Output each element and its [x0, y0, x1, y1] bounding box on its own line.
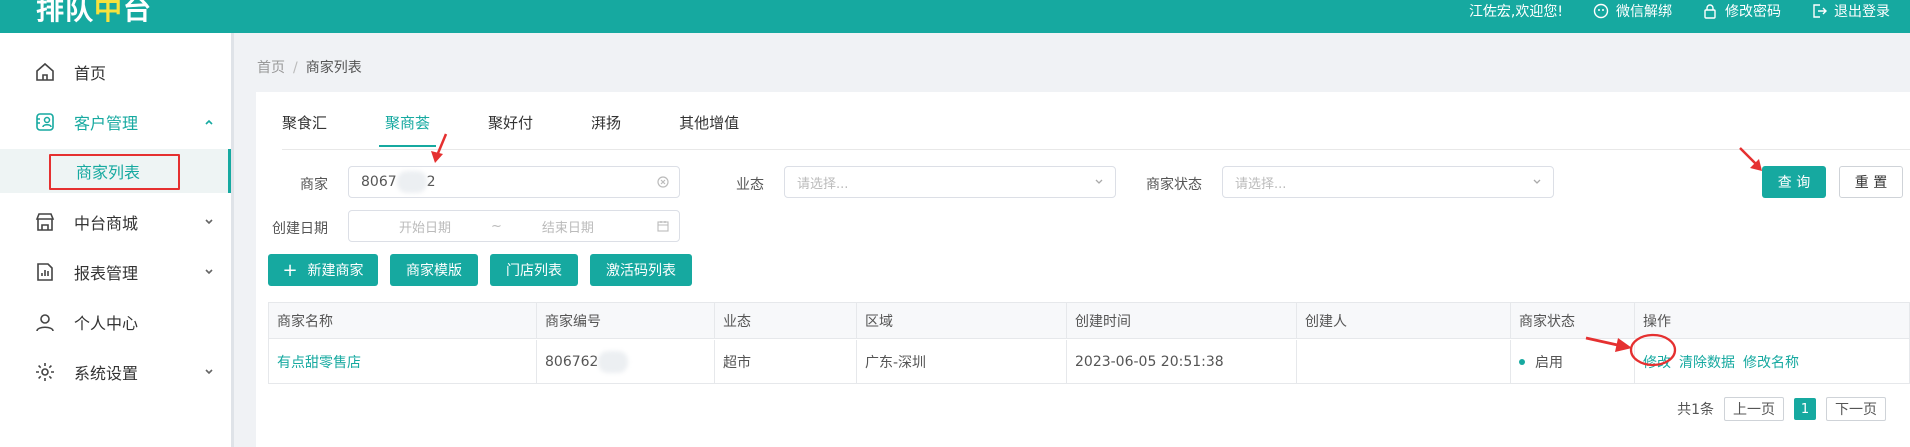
- change-password-link[interactable]: 修改密码: [1702, 1, 1781, 21]
- sidebar-item-customer-mgmt[interactable]: 客户管理: [0, 97, 231, 147]
- next-page-button[interactable]: 下一页: [1826, 397, 1886, 421]
- merchant-label: 商家: [300, 177, 328, 193]
- sidebar-item-reports[interactable]: 报表管理: [0, 247, 231, 297]
- sidebar: 首页 客户管理 商家列表 中台商城 报表管理 个人中心 系统设置: [0, 33, 234, 447]
- tab-divider: [282, 149, 1910, 150]
- column-header: 区域: [857, 303, 1067, 339]
- merchant-table: 商家名称 商家编号 业态 区域 创建时间 创建人 商家状态 操作 有点甜零售店 …: [268, 302, 1910, 384]
- edit-link[interactable]: 修改: [1643, 352, 1671, 372]
- chevron-down-icon: [205, 219, 213, 225]
- top-bar: 排队中台 江佐宏,欢迎您! 微信解绑 修改密码 退出登录: [0, 0, 1910, 33]
- chevron-down-icon: [205, 269, 213, 275]
- status-dot: [1519, 358, 1525, 365]
- main-panel: 聚食汇 聚商荟 聚好付 湃扬 其他增值 商家 8067 2 业态 请选择... 商…: [256, 92, 1910, 447]
- user-icon: [36, 314, 54, 332]
- welcome-text: 江佐宏,欢迎您!: [1468, 4, 1563, 20]
- sidebar-item-settings[interactable]: 系统设置: [0, 347, 231, 397]
- tab-juhaofu[interactable]: 聚好付: [488, 112, 533, 142]
- column-header: 操作: [1635, 303, 1909, 339]
- rename-link[interactable]: 修改名称: [1743, 352, 1799, 372]
- calendar-icon: [657, 221, 669, 232]
- sidebar-item-merchant-list[interactable]: 商家列表: [0, 149, 231, 193]
- new-merchant-button[interactable]: + 新建商家: [268, 254, 378, 286]
- sidebar-item-personal[interactable]: 个人中心: [0, 297, 231, 347]
- status-select[interactable]: 请选择...: [1222, 166, 1554, 198]
- sidebar-item-mall[interactable]: 中台商城: [0, 197, 231, 247]
- chevron-down-icon: [1533, 179, 1541, 184]
- home-icon: [36, 62, 54, 81]
- breadcrumb-root[interactable]: 首页: [257, 60, 285, 76]
- clear-data-link[interactable]: 清除数据: [1679, 352, 1735, 372]
- activation-code-list-button[interactable]: 激活码列表: [590, 254, 692, 286]
- wechat-icon: [1593, 3, 1609, 19]
- business-select[interactable]: 请选择...: [784, 166, 1116, 198]
- chevron-up-icon: [205, 119, 213, 125]
- store-icon: [35, 213, 55, 231]
- tab-jushanghui[interactable]: 聚商荟: [379, 112, 437, 147]
- gear-icon: [36, 363, 54, 381]
- merchant-name-link[interactable]: 有点甜零售店: [269, 340, 537, 383]
- store-list-button[interactable]: 门店列表: [490, 254, 578, 286]
- created-time-cell: 2023-06-05 20:51:38: [1067, 340, 1297, 383]
- clear-icon[interactable]: [657, 176, 669, 188]
- logout-link[interactable]: 退出登录: [1811, 1, 1890, 21]
- business-label: 业态: [736, 177, 764, 193]
- date-range-input[interactable]: 开始日期 ~ 结束日期: [348, 210, 680, 242]
- chevron-down-icon: [1095, 179, 1103, 184]
- column-header: 商家状态: [1511, 303, 1635, 339]
- sidebar-item-home[interactable]: 首页: [0, 47, 231, 97]
- wechat-unbind-link[interactable]: 微信解绑: [1593, 1, 1672, 21]
- prev-page-button[interactable]: 上一页: [1724, 397, 1784, 421]
- breadcrumb: 首页 / 商家列表: [257, 60, 362, 76]
- status-label: 商家状态: [1146, 177, 1202, 193]
- query-button[interactable]: 查 询: [1762, 166, 1826, 198]
- plus-icon: +: [282, 259, 298, 281]
- total-count: 共1条: [1677, 402, 1714, 418]
- logout-icon: [1813, 4, 1827, 18]
- breadcrumb-current: 商家列表: [305, 60, 362, 76]
- reset-button[interactable]: 重 置: [1839, 166, 1903, 198]
- pagination: 共1条 上一页 1 下一页: [1677, 396, 1886, 422]
- business-cell: 超市: [715, 340, 857, 383]
- redacted-mask: [598, 350, 629, 373]
- column-header: 业态: [715, 303, 857, 339]
- redacted-mask: [396, 171, 427, 193]
- column-header: 创建人: [1297, 303, 1511, 339]
- tab-jushihui[interactable]: 聚食汇: [282, 112, 327, 142]
- column-header: 商家编号: [537, 303, 715, 339]
- merchant-input[interactable]: 8067 2: [348, 166, 680, 198]
- chevron-down-icon: [205, 369, 213, 375]
- app-logo: 排队中台: [36, 0, 153, 26]
- merchant-code-cell: 806762: [537, 340, 715, 383]
- status-cell: 启用: [1511, 340, 1635, 383]
- tab-paiyang[interactable]: 湃扬: [591, 112, 621, 142]
- merchant-template-button[interactable]: 商家模版: [390, 254, 478, 286]
- lock-icon: [1704, 4, 1716, 19]
- tab-bar: 聚食汇 聚商荟 聚好付 湃扬 其他增值: [282, 112, 797, 147]
- report-icon: [37, 263, 53, 281]
- customer-icon: [36, 113, 54, 131]
- header-actions: 江佐宏,欢迎您! 微信解绑 修改密码 退出登录: [1469, 0, 1890, 22]
- page-number[interactable]: 1: [1794, 398, 1816, 420]
- creator-cell: [1297, 340, 1511, 383]
- actions-cell: 修改 清除数据 修改名称: [1635, 340, 1909, 383]
- region-cell: 广东-深圳: [857, 340, 1067, 383]
- tab-other-services[interactable]: 其他增值: [679, 112, 739, 142]
- column-header: 创建时间: [1067, 303, 1297, 339]
- date-label: 创建日期: [272, 221, 328, 237]
- column-header: 商家名称: [269, 303, 537, 339]
